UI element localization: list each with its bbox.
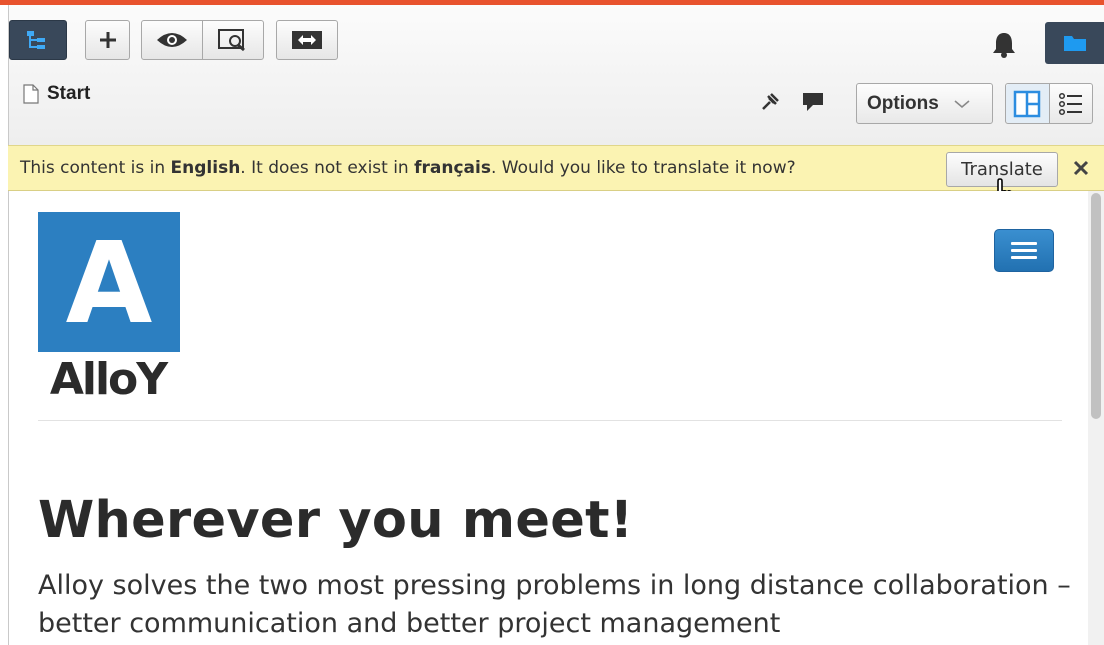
logo-wordmark: AlloY — [50, 354, 169, 398]
preview-icon — [218, 29, 245, 52]
split-layout-icon — [1014, 90, 1041, 117]
menu-bar — [1011, 249, 1037, 252]
view-on-website-button[interactable] — [202, 21, 263, 59]
split-view-button[interactable] — [1006, 84, 1049, 123]
close-notice-button[interactable] — [1068, 155, 1094, 181]
page-icon — [23, 84, 39, 104]
menu-bar — [1011, 242, 1037, 245]
notifications-button[interactable] — [989, 30, 1019, 60]
source-language: English — [170, 158, 241, 178]
folder-icon — [1064, 36, 1086, 51]
plus-icon — [99, 32, 116, 48]
page-title: Start — [47, 83, 91, 104]
notice-message: This content is in English. It does not … — [20, 158, 796, 178]
eye-icon — [157, 33, 187, 47]
hero-lead-text: Alloy solves the two most pressing probl… — [38, 570, 1071, 639]
options-label: Options — [867, 92, 939, 114]
pin-button[interactable] — [759, 91, 781, 113]
hero-headline: Wherever you meet! — [38, 491, 634, 550]
options-dropdown[interactable]: Options — [856, 83, 993, 124]
add-content-button[interactable] — [85, 20, 130, 60]
comments-button[interactable] — [801, 91, 825, 113]
vertical-scrollbar[interactable] — [1088, 191, 1104, 645]
notice-text-before: This content is in — [20, 158, 171, 178]
target-language: français — [414, 158, 491, 178]
global-toolbar: Start Options — [8, 5, 1104, 145]
logo-letter: A — [66, 219, 153, 349]
compare-button[interactable] — [276, 20, 338, 60]
tree-icon — [27, 31, 45, 49]
notice-text-middle: . It does not exist in — [240, 158, 415, 178]
list-icon — [1058, 92, 1082, 115]
comment-icon — [803, 93, 823, 111]
chevron-down-icon — [954, 99, 970, 108]
layout-toggle-group — [1005, 83, 1093, 124]
list-view-button[interactable] — [1048, 84, 1093, 123]
notice-text-after: . Would you like to translate it now? — [490, 158, 796, 178]
menu-button[interactable] — [994, 229, 1054, 272]
bell-icon — [993, 33, 1015, 58]
scrollbar-thumb[interactable] — [1091, 193, 1101, 419]
translation-notice: This content is in English. It does not … — [8, 145, 1104, 191]
assets-pane-button[interactable] — [1045, 22, 1104, 64]
alloy-logo[interactable]: A AlloY — [38, 212, 180, 398]
view-mode-group — [141, 20, 264, 60]
menu-bar — [1011, 256, 1037, 259]
page-preview: A AlloY Wherever you meet! Alloy solves … — [8, 191, 1088, 645]
header-divider — [38, 420, 1062, 421]
compare-icon — [292, 31, 322, 49]
navigation-tree-button[interactable] — [9, 20, 67, 60]
close-icon — [1073, 160, 1089, 176]
pin-icon — [762, 93, 779, 110]
breadcrumb: Start — [23, 83, 90, 105]
preview-button[interactable] — [142, 21, 202, 59]
